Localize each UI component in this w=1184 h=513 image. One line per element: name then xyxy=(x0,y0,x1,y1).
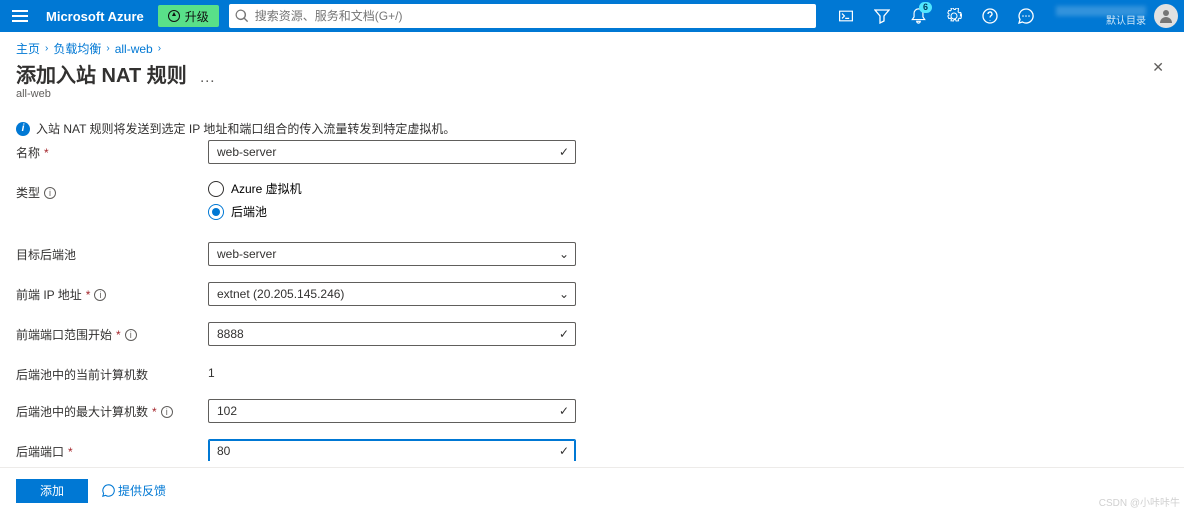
help-button[interactable] xyxy=(972,0,1008,32)
required-marker: * xyxy=(86,288,91,302)
required-marker: * xyxy=(68,445,73,459)
label-backend-port: 后端端口 xyxy=(16,443,64,460)
upgrade-icon xyxy=(168,10,180,22)
close-button[interactable]: ✕ xyxy=(1152,59,1164,76)
type-radio-group: Azure 虚拟机 后端池 xyxy=(208,180,576,220)
radio-icon xyxy=(208,181,224,197)
target-pool-select[interactable]: web-server ⌄ xyxy=(208,242,576,266)
radio-type-pool[interactable]: 后端池 xyxy=(208,203,576,220)
submit-button[interactable]: 添加 xyxy=(16,479,88,503)
help-icon xyxy=(982,8,998,24)
backend-max-input[interactable]: 102 ✓ xyxy=(208,399,576,423)
notifications-button[interactable]: 6 xyxy=(900,0,936,32)
label-frontend-ip: 前端 IP 地址 xyxy=(16,286,82,303)
info-icon[interactable]: i xyxy=(44,187,56,199)
search-input[interactable] xyxy=(249,9,810,23)
backend-count-value: 1 xyxy=(208,362,576,380)
directories-button[interactable] xyxy=(864,0,900,32)
person-icon xyxy=(1158,8,1174,24)
menu-toggle[interactable] xyxy=(0,10,40,22)
chevron-right-icon: › xyxy=(106,43,109,54)
breadcrumb: 主页 › 负载均衡 › all-web › xyxy=(0,32,1184,57)
settings-button[interactable] xyxy=(936,0,972,32)
upgrade-button[interactable]: 升级 xyxy=(158,5,219,27)
feedback-icon xyxy=(102,484,115,497)
upgrade-label: 升级 xyxy=(185,8,209,25)
hamburger-icon xyxy=(12,10,28,22)
avatar xyxy=(1154,4,1178,28)
info-icon: i xyxy=(16,122,30,136)
account-text: 默认目录 xyxy=(1056,6,1146,27)
info-icon[interactable]: i xyxy=(161,406,173,418)
chevron-right-icon: › xyxy=(45,43,48,54)
global-search[interactable] xyxy=(229,4,816,28)
check-icon: ✓ xyxy=(559,327,569,341)
account-name xyxy=(1056,6,1146,16)
radio-type-vm[interactable]: Azure 虚拟机 xyxy=(208,180,576,197)
check-icon: ✓ xyxy=(559,404,569,418)
label-type: 类型 xyxy=(16,184,40,201)
filter-icon xyxy=(874,8,890,24)
feedback-link[interactable]: 提供反馈 xyxy=(102,482,166,499)
page-header: 添加入站 NAT 规则 … all-web ✕ xyxy=(0,57,1184,106)
check-icon: ✓ xyxy=(559,145,569,159)
page-subtitle: all-web xyxy=(16,88,1168,100)
footer-bar: 添加 提供反馈 xyxy=(0,467,1184,513)
form-scroll-area[interactable]: 名称 * web-server ✓ 类型 i Azure 虚拟机 后端池 目标后… xyxy=(16,140,1176,461)
name-input[interactable]: web-server ✓ xyxy=(208,140,576,164)
notification-badge: 6 xyxy=(919,2,932,13)
label-target-pool: 目标后端池 xyxy=(16,246,76,263)
global-header: Microsoft Azure 升级 6 默认目录 xyxy=(0,0,1184,32)
chevron-down-icon: ⌄ xyxy=(559,287,569,301)
required-marker: * xyxy=(152,405,157,419)
label-backend-count: 后端池中的当前计算机数 xyxy=(16,366,148,383)
backend-port-input[interactable]: 80 ✓ xyxy=(208,439,576,461)
label-frontend-port-start: 前端端口范围开始 xyxy=(16,326,112,343)
frontend-port-start-input[interactable]: 8888 ✓ xyxy=(208,322,576,346)
cloud-shell-button[interactable] xyxy=(828,0,864,32)
account-directory: 默认目录 xyxy=(1056,16,1146,27)
label-name: 名称 xyxy=(16,144,40,161)
info-icon[interactable]: i xyxy=(94,289,106,301)
required-marker: * xyxy=(116,328,121,342)
page-title: 添加入站 NAT 规则 xyxy=(16,59,187,88)
feedback-button[interactable] xyxy=(1008,0,1044,32)
feedback-icon xyxy=(1018,8,1034,24)
more-actions[interactable]: … xyxy=(199,69,215,86)
crumb-lb[interactable]: 负载均衡 xyxy=(53,40,101,57)
chevron-right-icon: › xyxy=(158,43,161,54)
label-backend-max: 后端池中的最大计算机数 xyxy=(16,403,148,420)
crumb-resource[interactable]: all-web xyxy=(115,42,153,56)
chevron-down-icon: ⌄ xyxy=(559,247,569,261)
brand-label[interactable]: Microsoft Azure xyxy=(40,9,158,24)
shell-icon xyxy=(838,9,854,23)
crumb-home[interactable]: 主页 xyxy=(16,40,40,57)
gear-icon xyxy=(946,8,962,24)
check-icon: ✓ xyxy=(559,444,569,458)
info-banner: i 入站 NAT 规则将发送到选定 IP 地址和端口组合的传入流量转发到特定虚拟… xyxy=(16,120,1168,137)
info-icon[interactable]: i xyxy=(125,329,137,341)
search-icon xyxy=(235,9,249,23)
info-text: 入站 NAT 规则将发送到选定 IP 地址和端口组合的传入流量转发到特定虚拟机。 xyxy=(36,120,455,137)
account-menu[interactable]: 默认目录 xyxy=(1044,4,1184,28)
required-marker: * xyxy=(44,146,49,160)
radio-icon xyxy=(208,204,224,220)
frontend-ip-select[interactable]: extnet (20.205.145.246) ⌄ xyxy=(208,282,576,306)
topbar-actions: 6 默认目录 xyxy=(828,0,1184,32)
